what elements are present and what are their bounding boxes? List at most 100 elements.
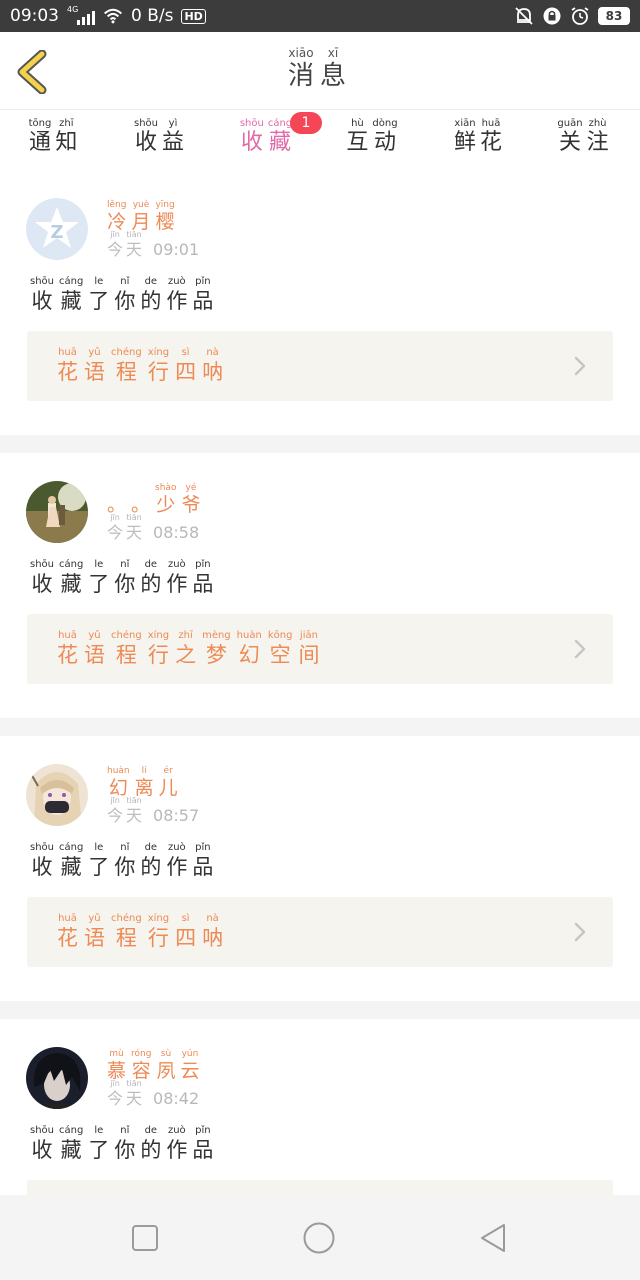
back-triangle-icon[interactable] [476,1221,510,1255]
hanzi: 之 [175,643,197,667]
tab-xiān-huā[interactable]: xiān 鲜 huā 花 [440,118,520,156]
ruby-char: pǐn 品 [192,1125,213,1163]
pinyin: zuò [167,559,186,570]
hanzi: 程 [115,360,137,384]
hanzi: 行 [147,360,169,384]
pinyin: chéng [111,913,142,924]
tab-shōu-yì[interactable]: shōu 收 yì 益 [121,118,201,156]
ruby-char: zuò 作 [166,559,187,597]
ruby-char: jīn 今 [107,513,123,543]
hanzi: 程 [115,926,137,950]
ruby-char: pǐn 品 [192,559,213,597]
work-link[interactable]: huā 花 yǔ 语 chéng 程 xíng 行 sì 四 nà 呐 [27,331,613,401]
hanzi: 空 [269,643,291,667]
ruby-char: shōu 收 [30,1125,54,1163]
ruby-char: le 了 [88,842,109,880]
pinyin: sù [160,1049,172,1059]
tab-guān-zhù[interactable]: guān 关 zhù 注 [545,118,625,156]
pinyin: kōng [267,630,293,641]
pinyin: tiān [126,230,142,239]
pinyin: tiān [126,796,142,805]
hanzi: 的 [140,572,162,596]
pinyin: nǐ [120,842,130,853]
pinyin: xī [327,46,339,60]
username[interactable]: lěng 冷 yuè 月 yīng 樱 [107,200,180,233]
tab-bar: tōng 通 zhī 知 shōu 收 yì 益 shōu 收 cáng 藏 1 hù 互 dòng 动 xiān… [0,110,640,173]
home-circle-icon[interactable] [302,1221,336,1255]
username[interactable]: huàn 幻 lí 离 ér 儿 [107,766,183,799]
card-divider [0,435,640,453]
hanzi: 天 [126,1089,143,1108]
work-title: huā 花 yǔ 语 chéng 程 xíng 行 sì 四 nà 呐 [57,913,229,951]
tab-shōu-cáng[interactable]: shōu 收 cáng 藏 1 [228,112,322,173]
ruby-char: huā 花 [57,630,78,668]
hanzi: 行 [147,643,169,667]
pinyin: róng [131,1049,152,1059]
hanzi: 品 [192,855,214,879]
system-nav-bar [0,1195,640,1280]
pinyin: sì [181,913,190,924]
ruby-char: zuò 作 [166,276,187,314]
hanzi: 收 [31,855,53,879]
pinyin: xiāo [288,46,314,60]
avatar[interactable] [26,1047,88,1109]
avatar[interactable] [26,481,88,543]
hanzi: 今 [107,1089,124,1108]
pinyin: shōu [239,118,264,129]
hanzi: 通 [28,130,51,155]
ruby-char: yīng 樱 [155,200,174,233]
work-link[interactable]: huā 花 yǔ 语 chéng 程 xíng 行 sì 四 nà 呐 [27,897,613,967]
pinyin: jīn [110,1079,120,1088]
network-type: 4G [67,5,79,14]
pinyin: tiān [126,1079,142,1088]
pinyin: cáng [59,1125,84,1136]
mute-bell-icon [515,7,533,25]
username[interactable]: 。 。 shào 少 yé 爷 [107,483,205,516]
svg-text:Z: Z [50,222,63,243]
tab-tōng-zhī[interactable]: tōng 通 zhī 知 [15,118,95,156]
ruby-char: cáng 藏 [268,118,292,156]
ruby-char: jīn 今 [107,230,123,260]
work-link[interactable]: huā 花 yǔ 语 chéng 程 xíng 行 zhī 之 mèng 梦 huàn 幻 kōng 空 jiā… [27,614,613,684]
pinyin: huā [58,913,77,924]
ruby-char: tiān 天 [126,513,142,543]
hanzi: 语 [84,926,105,950]
pinyin: tiān [126,513,142,522]
work-title: huā 花 yǔ 语 chéng 程 xíng 行 sì 四 nà 呐 [57,347,229,385]
action-text: shōu 收 cáng 藏 le 了 nǐ 你 de 的 zuò 作 pǐn 品 [30,559,218,597]
avatar[interactable]: Z [26,198,88,260]
hanzi: 知 [55,130,78,155]
hanzi: 四 [175,926,197,950]
ruby-char: de 的 [140,559,161,597]
ruby-char: chéng 程 [111,630,142,668]
ruby-char: xiāo 消 [288,46,314,92]
pinyin: mù [109,1049,124,1059]
pinyin [139,483,142,494]
pinyin: nà [206,913,219,924]
pinyin: xíng [147,630,170,641]
tab-hù-dòng[interactable]: hù 互 dòng 动 [334,118,414,156]
ruby-char: nǐ 你 [114,842,135,880]
hanzi: 你 [114,572,136,596]
recents-square-icon[interactable] [128,1221,162,1255]
ruby-char: xíng 行 [148,913,169,951]
pinyin: cáng [267,118,293,129]
hanzi: 花 [480,130,503,155]
ruby-char: le 了 [88,1125,109,1163]
pinyin: huàn [107,766,130,776]
timestamp: jīn 今 tiān 天 08:58 [107,513,199,543]
username[interactable]: mù 慕 róng 容 sù 夙 yún 云 [107,1049,204,1082]
hanzi: 的 [140,289,162,313]
pinyin: le [94,1125,104,1136]
hanzi: 梦 [205,643,227,667]
page-title: xiāo 消 xī 息 [0,46,640,92]
ruby-char: shōu 收 [240,118,264,156]
hanzi: 今 [107,806,124,825]
pinyin: nǐ [120,276,130,287]
time-text: 09:01 [153,240,200,259]
work-title: huā 花 yǔ 语 chéng 程 xíng 行 zhī 之 mèng 梦 huàn 幻 kōng 空 jiā… [57,630,325,668]
ruby-char: nǐ 你 [114,1125,135,1163]
avatar[interactable] [26,764,88,826]
timestamp: jīn 今 tiān 天 08:57 [107,796,199,826]
hanzi: 藏 [60,1138,82,1162]
